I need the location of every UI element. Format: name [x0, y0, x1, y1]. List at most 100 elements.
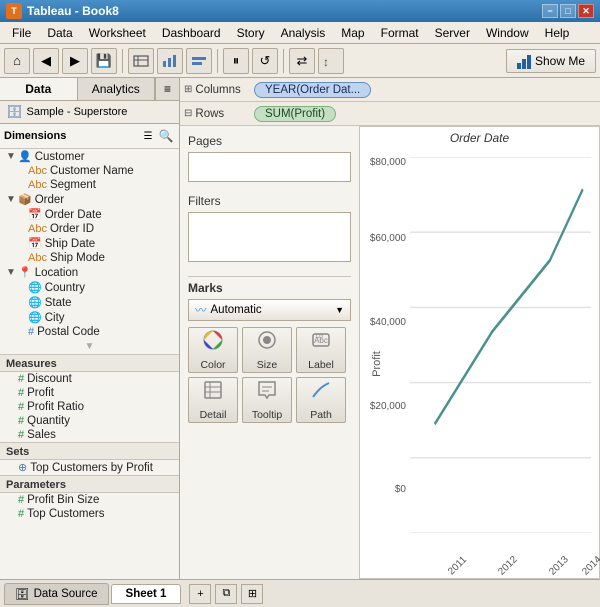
tree-country[interactable]: 🌐 Country — [0, 280, 179, 295]
dimension-tree: ▼ 👤 Customer Abc Customer Name Abc Segme… — [0, 149, 179, 579]
show-me-button[interactable]: Show Me — [506, 49, 596, 73]
marks-color-button[interactable]: Color — [188, 327, 238, 373]
discount-label: Discount — [27, 373, 72, 385]
tree-location-group[interactable]: ▼ 📍 Location — [0, 265, 179, 280]
toolbar-swap[interactable]: ⇄ — [289, 48, 315, 74]
list-view-icon[interactable]: ☰ — [139, 127, 157, 145]
window-controls[interactable]: − □ ✕ — [542, 4, 594, 18]
tree-profit-ratio[interactable]: # Profit Ratio — [0, 400, 179, 414]
toolbar-datasource[interactable] — [128, 48, 154, 74]
marks-label: Marks — [188, 276, 351, 299]
main-container: Data Analytics ≡ 🗄 Sample - Superstore D… — [0, 78, 600, 579]
tree-profit[interactable]: # Profit — [0, 386, 179, 400]
tree-order-group[interactable]: ▼ 📦 Order — [0, 192, 179, 207]
menu-story[interactable]: Story — [229, 24, 273, 42]
menu-server[interactable]: Server — [427, 24, 478, 42]
leaf-spacer-q — [6, 416, 18, 427]
tree-profit-bin-size[interactable]: # Profit Bin Size — [0, 493, 179, 507]
tree-customer-name[interactable]: Abc Customer Name — [0, 164, 179, 178]
tab-data[interactable]: Data — [0, 78, 78, 100]
y-label-20000: $20,000 — [368, 401, 406, 412]
new-dashboard-button[interactable]: ⊞ — [241, 584, 263, 604]
marks-label-button[interactable]: Abc 123 Label — [296, 327, 346, 373]
tree-quantity[interactable]: # Quantity — [0, 414, 179, 428]
close-button[interactable]: ✕ — [578, 4, 594, 18]
duplicate-sheet-button[interactable]: ⧉ — [215, 584, 237, 604]
menu-file[interactable]: File — [4, 24, 39, 42]
dropdown-arrow-icon: ▼ — [335, 305, 344, 315]
tree-postal-code[interactable]: # Postal Code — [0, 325, 179, 339]
filters-drop-area[interactable] — [188, 212, 351, 262]
marks-size-button[interactable]: Size — [242, 327, 292, 373]
marks-path-button[interactable]: Path — [296, 377, 346, 423]
pages-drop-area[interactable] — [188, 152, 351, 182]
label-icon: Abc 123 — [310, 329, 332, 356]
toolbar-home[interactable]: ⌂ — [4, 48, 30, 74]
show-me-icon — [517, 53, 531, 69]
tree-city[interactable]: 🌐 City — [0, 310, 179, 325]
tree-top-customers-param[interactable]: # Top Customers — [0, 507, 179, 521]
hash-icon-profit: # — [18, 387, 24, 399]
marks-type-dropdown[interactable]: 〰 Automatic ▼ — [188, 299, 351, 321]
menu-worksheet[interactable]: Worksheet — [81, 24, 154, 42]
tree-state[interactable]: 🌐 State — [0, 295, 179, 310]
toolbar-pause[interactable]: ⏸ — [223, 48, 249, 74]
toolbar-forward[interactable]: ▶ — [62, 48, 88, 74]
menu-window[interactable]: Window — [478, 24, 537, 42]
rows-pill[interactable]: SUM(Profit) — [254, 106, 336, 122]
calendar-icon-orderdate: 📅 — [28, 208, 42, 221]
sep1 — [122, 49, 123, 73]
leaf-spacer5 — [16, 238, 28, 249]
minimize-button[interactable]: − — [542, 4, 558, 18]
leaf-spacer8 — [16, 297, 28, 308]
toolbar-chart1[interactable] — [157, 48, 183, 74]
color-label: Color — [200, 359, 225, 371]
panel-menu-icon[interactable]: ≡ — [155, 78, 179, 100]
menu-analysis[interactable]: Analysis — [273, 24, 334, 42]
tree-top-customers[interactable]: ⊕ Top Customers by Profit — [0, 460, 179, 475]
toolbar-save[interactable]: 💾 — [91, 48, 117, 74]
tree-order-id[interactable]: Abc Order ID — [0, 222, 179, 236]
leaf-spacer-pbs — [6, 495, 18, 506]
toolbar-sort[interactable]: ↕ — [318, 48, 344, 74]
menu-dashboard[interactable]: Dashboard — [154, 24, 229, 42]
label-label: Label — [308, 359, 334, 371]
line-chart-icon: 〰 — [195, 302, 207, 318]
tab-analytics[interactable]: Analytics — [78, 78, 156, 100]
set-icon: ⊕ — [18, 461, 27, 474]
columns-shelf: ⊞ Columns YEAR(Order Dat... — [180, 78, 600, 102]
tree-discount[interactable]: # Discount — [0, 372, 179, 386]
datasource-name[interactable]: Sample - Superstore — [27, 106, 128, 118]
search-icon[interactable]: 🔍 — [157, 127, 175, 145]
marks-tooltip-button[interactable]: Tooltip — [242, 377, 292, 423]
chart-title: Order Date — [360, 127, 599, 149]
location-group-label: Location — [35, 267, 78, 279]
parameters-header: Parameters — [0, 475, 179, 493]
tree-customer-group[interactable]: ▼ 👤 Customer — [0, 149, 179, 164]
profit-ratio-label: Profit Ratio — [27, 401, 84, 413]
menu-data[interactable]: Data — [39, 24, 80, 42]
tree-sales[interactable]: # Sales — [0, 428, 179, 442]
profit-label: Profit — [27, 387, 54, 399]
map-icon-city: 🌐 — [28, 311, 42, 324]
tooltip-label: Tooltip — [252, 409, 282, 421]
tree-ship-date[interactable]: 📅 Ship Date — [0, 236, 179, 251]
middle-section: Pages Filters Marks 〰 Automatic — [180, 126, 600, 579]
toolbar-refresh[interactable]: ↺ — [252, 48, 278, 74]
sheet1-tab[interactable]: Sheet 1 — [111, 584, 182, 604]
tree-ship-mode[interactable]: Abc Ship Mode — [0, 251, 179, 265]
new-worksheet-button[interactable]: + — [189, 584, 211, 604]
menu-map[interactable]: Map — [333, 24, 372, 42]
tree-segment[interactable]: Abc Segment — [0, 178, 179, 192]
menu-format[interactable]: Format — [373, 24, 427, 42]
menu-help[interactable]: Help — [537, 24, 578, 42]
datasource-tab[interactable]: 🗄 Data Source — [4, 583, 109, 605]
columns-pill[interactable]: YEAR(Order Dat... — [254, 82, 371, 98]
marks-detail-button[interactable]: Detail — [188, 377, 238, 423]
toolbar-back[interactable]: ◀ — [33, 48, 59, 74]
left-panel: Data Analytics ≡ 🗄 Sample - Superstore D… — [0, 78, 180, 579]
toolbar-chart2[interactable] — [186, 48, 212, 74]
app-icon: T — [6, 3, 22, 19]
tree-order-date[interactable]: 📅 Order Date — [0, 207, 179, 222]
maximize-button[interactable]: □ — [560, 4, 576, 18]
